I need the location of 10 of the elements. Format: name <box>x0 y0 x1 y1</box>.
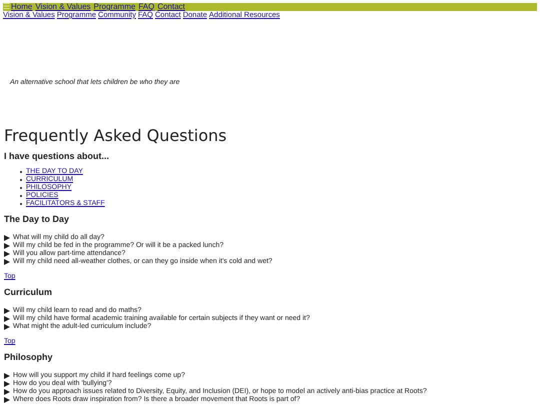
nav-link[interactable]: Programme <box>94 3 136 11</box>
section-heading: Curriculum <box>4 287 54 298</box>
section-heading: The Day to Day <box>4 214 70 225</box>
nav-link[interactable]: Contact <box>157 3 186 11</box>
section-heading: I have questions about... <box>4 151 110 162</box>
section-heading: Philosophy <box>4 352 54 363</box>
nav-link[interactable]: Vision & Values <box>35 3 91 11</box>
nav-link[interactable]: Home <box>11 3 32 11</box>
nav-link[interactable]: FAQ <box>138 3 154 11</box>
page-title: Frequently Asked Questions <box>4 127 228 145</box>
